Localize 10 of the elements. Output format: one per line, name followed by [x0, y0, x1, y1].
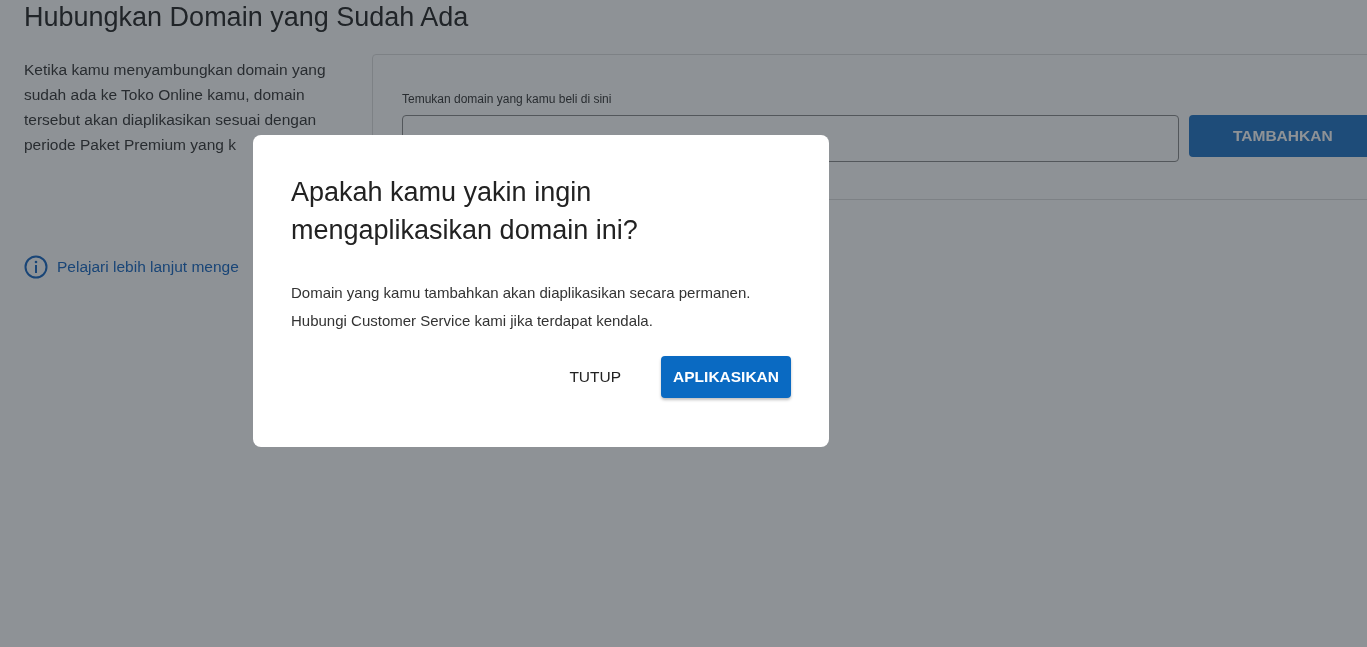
- info-icon: [24, 255, 48, 279]
- learn-more-link[interactable]: Pelajari lebih lanjut menge: [24, 255, 350, 279]
- apply-button[interactable]: APLIKASIKAN: [661, 356, 791, 398]
- description-text: Ketika kamu menyambungkan domain yang sudah ada ke Toko Online kamu, domain tersebut akan diaplikasikan sesuai dengan periode Paket Premium yang k: [24, 60, 327, 155]
- field-label: Temukan domain yang kamu beli di sini: [402, 92, 612, 106]
- dialog-title: Apakah kamu yakin ingin mengaplikasikan domain ini?: [291, 176, 639, 247]
- close-button[interactable]: TUTUP: [557, 356, 634, 398]
- page-title: Hubungkan Domain yang Sudah Ada: [24, 1, 470, 33]
- dialog-message: Domain yang kamu tambahkan akan diaplikasikan secara permanen. Hubungi Customer Service kami jika terdapat kendala.: [291, 283, 752, 331]
- add-button[interactable]: TAMBAHKAN: [1189, 115, 1367, 157]
